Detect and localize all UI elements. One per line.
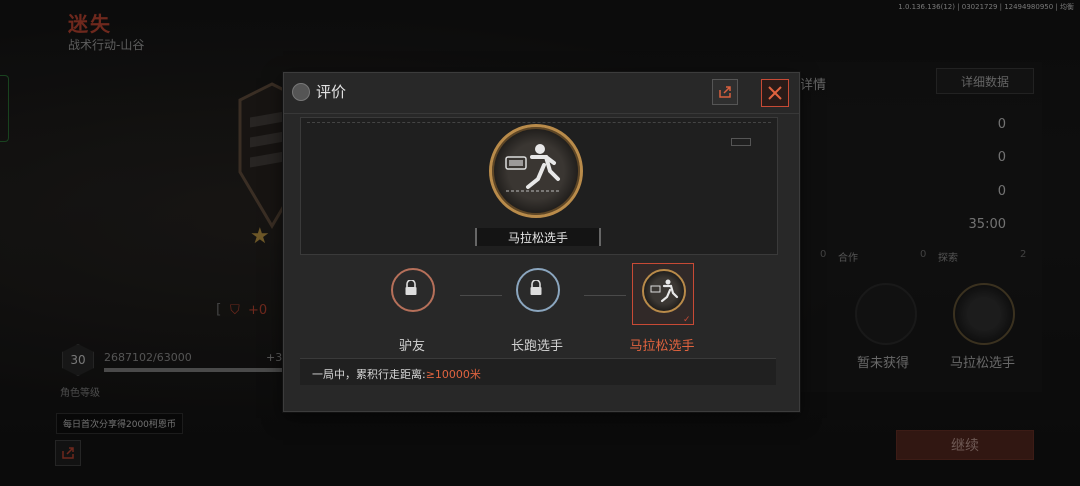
medal-long-distance[interactable] [507, 263, 567, 323]
marathon-medal-large [489, 124, 583, 218]
lock-icon [398, 275, 424, 301]
medal-ring-gold [642, 269, 686, 313]
close-icon [768, 86, 782, 100]
selected-check-icon: ✓ [683, 315, 691, 325]
requirement-prefix: 一局中，累积行走距离: [312, 368, 426, 381]
dialog-title: 评价 [316, 83, 347, 101]
medal-connector [460, 295, 502, 296]
decorative-box [731, 138, 751, 146]
runner-stopwatch-icon [650, 279, 679, 303]
medal-hiker[interactable] [382, 263, 442, 323]
medal-label-marathon: 马拉松选手 [629, 339, 695, 354]
requirement-text: 一局中，累积行走距离:≥10000米 [312, 366, 481, 382]
medal-connector [584, 295, 626, 296]
share-button[interactable] [712, 79, 738, 105]
featured-medal-card: 马拉松选手 [300, 117, 778, 255]
medal-label-hiker: 驴友 [398, 339, 425, 354]
requirement-value: ≥10000米 [425, 368, 481, 381]
lock-icon [523, 275, 549, 301]
evaluation-dialog: 评价 马拉松选手 ✓ 驴友 长跑选手 马拉松选手 一局中，累积行走距离:≥100… [283, 72, 800, 412]
dialog-header: 评价 [284, 73, 799, 114]
medal-marathon[interactable]: ✓ [632, 263, 694, 325]
medal-label-long-distance: 长跑选手 [510, 339, 563, 354]
close-button[interactable] [761, 79, 789, 107]
dialog-badge-icon [292, 83, 310, 101]
featured-medal-name: 马拉松选手 [475, 228, 601, 246]
share-icon [719, 86, 731, 98]
runner-stopwatch-icon [505, 144, 560, 192]
medal-requirement: 一局中，累积行走距离:≥10000米 [300, 358, 776, 385]
